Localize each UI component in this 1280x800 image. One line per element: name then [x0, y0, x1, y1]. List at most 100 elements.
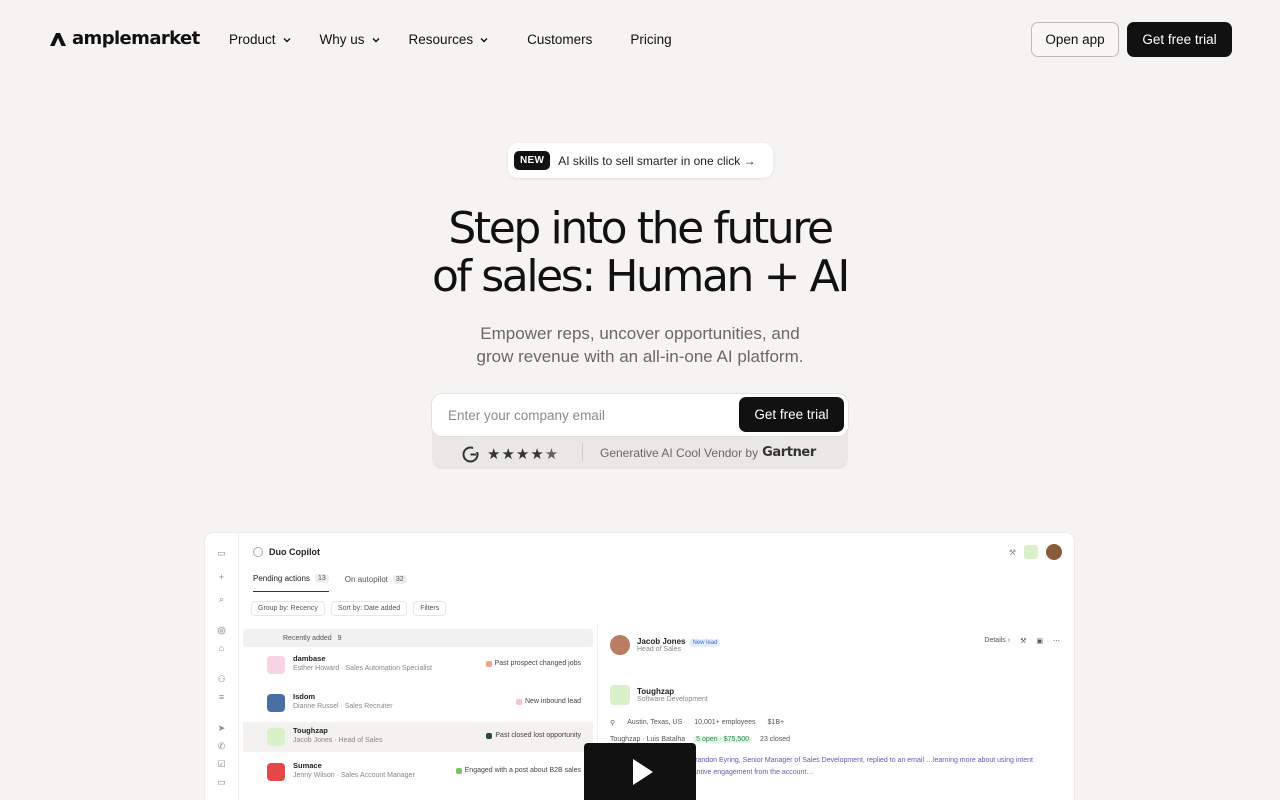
wand-icon: ⚒: [1008, 547, 1016, 557]
email-form: Get free trial: [432, 394, 848, 436]
company-avatar: [267, 728, 285, 746]
app-top-icons: ⚒: [1009, 544, 1062, 560]
new-badge: NEW: [514, 151, 551, 170]
row-event: Engaged with a post about B2B sales: [455, 767, 581, 774]
copilot-icon: ◎: [217, 625, 226, 635]
event-dot: [455, 767, 462, 774]
person-name-row: Jacob Jones New lead: [637, 637, 721, 647]
row-event-text: Past prospect changed jobs: [494, 660, 581, 667]
signup-submit-button[interactable]: Get free trial: [739, 397, 844, 432]
sidebar-toggle-icon: ▭: [217, 548, 226, 558]
list-item[interactable]: dambase Esther Howard · Sales Automation…: [243, 650, 593, 680]
hero-title-line-1: Step into the future: [448, 203, 834, 254]
company-avatar: [267, 763, 285, 781]
list-item[interactable]: Toughzap Jacob Jones · Head of Sales Pas…: [243, 722, 593, 752]
group-header[interactable]: Recently added 9: [243, 629, 593, 647]
nav-why-us[interactable]: Why us: [320, 32, 381, 47]
row-desc: Esther Howard · Sales Automation Special…: [293, 665, 432, 672]
hero-title-line-2: of sales: Human + AI: [432, 251, 850, 302]
nav-product-label: Product: [229, 32, 276, 47]
nav-customers-label: Customers: [527, 32, 593, 47]
group-count: 9: [337, 634, 342, 642]
nav-pricing[interactable]: Pricing: [630, 32, 671, 47]
award-text: Generative AI Cool Vendor by: [600, 445, 759, 460]
amplemarket-logo[interactable]: amplemarket: [48, 28, 200, 49]
filters-button[interactable]: Filters: [413, 601, 447, 616]
nav-why-us-label: Why us: [319, 32, 365, 47]
opportunity-tag: 5 open · $75,500: [693, 736, 753, 743]
chevron-down-icon: [283, 37, 291, 42]
group-by-button[interactable]: Group by: Recency: [251, 601, 325, 616]
company-meta: ⚲ Austin, Texas, US 10,001+ employees $1…: [610, 719, 784, 727]
hero-subtitle-line-1: Empower reps, uncover opportunities, and: [480, 324, 800, 343]
tab-on-autopilot[interactable]: On autopilot 32: [345, 574, 407, 592]
tasks-icon: ☑: [217, 759, 226, 769]
nav-resources[interactable]: Resources: [409, 32, 490, 47]
hero-subtitle: Empower reps, uncover opportunities, and…: [0, 322, 1280, 368]
row-name: Isdom: [293, 692, 316, 701]
user-avatar[interactable]: [1046, 544, 1062, 560]
hero-title: Step into the future of sales: Human + A…: [0, 205, 1280, 301]
tab-label: On autopilot: [344, 574, 388, 584]
announcement-text: AI skills to sell smarter in one click →: [558, 153, 756, 168]
rating-divider: [582, 443, 583, 461]
list-item[interactable]: Sumace Jenny Wilson · Sales Account Mana…: [243, 757, 593, 787]
row-event-text: Engaged with a post about B2B sales: [464, 767, 581, 774]
chevron-down-icon: [372, 37, 380, 42]
logo-text: amplemarket: [72, 28, 200, 49]
row-name: Toughzap: [293, 726, 328, 735]
open-app-button[interactable]: Open app: [1031, 22, 1119, 57]
row-desc: Dianne Russel · Sales Recruiter: [293, 703, 393, 710]
person-role: Head of Sales: [637, 646, 681, 653]
list-item[interactable]: Isdom Dianne Russel · Sales Recruiter Ne…: [243, 688, 593, 718]
sort-by-button[interactable]: Sort by: Date added: [330, 601, 408, 616]
home-icon: ⌂: [218, 643, 225, 653]
company-card[interactable]: Toughzap Software Development: [610, 685, 708, 705]
briefcase-icon[interactable]: ▣: [1036, 637, 1043, 645]
more-icon[interactable]: ⋯: [1053, 637, 1060, 645]
plus-icon: +: [218, 572, 225, 582]
nav-resources-label: Resources: [408, 32, 474, 47]
row-name: Sumace: [293, 761, 322, 770]
details-link-label: Details: [984, 637, 1006, 644]
nav-pricing-label: Pricing: [630, 32, 672, 47]
new-lead-badge: New lead: [689, 639, 721, 647]
location-pin-icon: ⚲: [610, 720, 616, 727]
list-icon: ≡: [218, 692, 225, 702]
nav-product[interactable]: Product: [229, 32, 292, 47]
company-location: Austin, Texas, US: [627, 719, 683, 726]
nav-customers[interactable]: Customers: [527, 32, 592, 47]
extension-icon: [1024, 545, 1038, 559]
inbox-icon: ▭: [217, 777, 226, 787]
video-play-button[interactable]: [584, 743, 696, 800]
play-icon: [633, 758, 653, 785]
copilot-icon: [253, 547, 263, 557]
group-label: Recently added: [283, 634, 332, 642]
company-email-input[interactable]: [448, 404, 728, 426]
person-name: Jacob Jones: [637, 637, 686, 646]
app-tabs: Pending actions 13 On autopilot 32: [253, 574, 407, 592]
get-free-trial-button[interactable]: Get free trial: [1127, 22, 1232, 57]
details-link[interactable]: Details ›: [984, 637, 1010, 645]
app-title-text: Duo Copilot: [269, 547, 320, 557]
send-icon: ➤: [217, 723, 226, 733]
tab-pending-actions[interactable]: Pending actions 13: [253, 574, 329, 592]
company-avatar: [267, 694, 285, 712]
announcement-pill[interactable]: NEW AI skills to sell smarter in one cli…: [508, 143, 773, 178]
company-logo: [610, 685, 630, 705]
person-avatar: [610, 635, 630, 655]
company-meta-2: Toughzap · Luis Batalha 5 open · $75,500…: [610, 736, 790, 743]
tab-count: 32: [392, 574, 407, 584]
star-rating: ★★★★★: [487, 446, 560, 463]
closed-count: 23 closed: [760, 736, 791, 743]
app-sidebar-rail: ▭ + ⌕ ◎ ⌂ ⚇ ≡ ➤ ✆ ☑ ▭: [205, 533, 239, 800]
g2-logo-icon: [462, 446, 479, 462]
detail-actions: Details › ⚒ ▣ ⋯: [984, 637, 1060, 645]
wand-icon[interactable]: ⚒: [1020, 637, 1026, 645]
lead-person[interactable]: Jacob Jones New lead Head of Sales: [610, 635, 721, 655]
gartner-award: Generative AI Cool Vendor by Gartner: [600, 445, 816, 460]
row-desc: Jacob Jones · Head of Sales: [293, 737, 383, 744]
top-navigation: amplemarket Product Why us Resources Cus…: [0, 0, 1280, 80]
signup-box: Get free trial ★★★★★ Generative AI Cool …: [432, 394, 848, 469]
row-event: Past prospect changed jobs: [485, 660, 581, 667]
